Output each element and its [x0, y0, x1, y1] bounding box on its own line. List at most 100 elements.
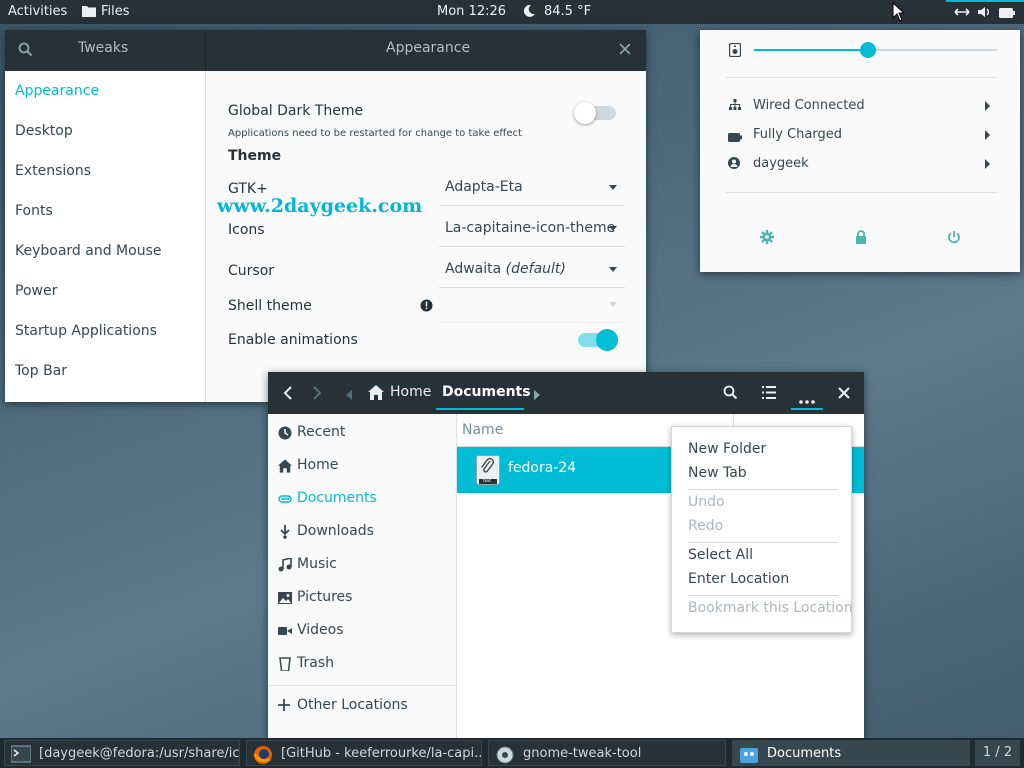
volume-icon[interactable] [977, 5, 991, 23]
user-icon [728, 157, 740, 173]
forward-icon[interactable] [313, 386, 322, 404]
task-label: [GitHub - keeferrourke/la-capi... [281, 746, 482, 761]
sidebar-item-desktop[interactable]: Desktop [15, 123, 73, 139]
more-options-icon [799, 392, 815, 408]
back-icon[interactable] [283, 386, 292, 404]
text-file-icon: text [476, 455, 500, 489]
cursor-theme-select[interactable]: Adwaita (default) [439, 254, 625, 288]
sidebar-item-top-bar[interactable]: Top Bar [15, 363, 67, 379]
icons-theme-label: Icons [228, 222, 265, 238]
divider [268, 685, 456, 686]
volume-slider-handle[interactable] [860, 42, 877, 58]
search-icon[interactable] [723, 385, 738, 404]
tweak-tool-icon [495, 745, 515, 764]
place-other-locations[interactable]: Other Locations [268, 695, 456, 717]
menu-item-new-tab[interactable]: New Tab [688, 465, 747, 481]
menu-item-select-all[interactable]: Select All [688, 547, 753, 563]
list-view-icon[interactable] [762, 386, 776, 403]
place-home[interactable]: Home [268, 455, 456, 477]
divider [726, 192, 997, 193]
watermark-text: www.2daygeek.com [217, 195, 423, 217]
menu-item-bookmark-location: Bookmark this Location [688, 600, 853, 616]
battery-icon[interactable] [999, 7, 1015, 22]
app-menu-button[interactable]: Files [101, 4, 130, 19]
gtk-theme-select[interactable]: Adapta-Eta [439, 172, 625, 206]
task-label: [daygeek@fedora:/usr/share/ic... [39, 746, 240, 761]
enable-animations-label: Enable animations [228, 332, 358, 348]
place-label: Trash [297, 655, 334, 671]
path-left-arrow-icon[interactable] [346, 388, 352, 404]
clock[interactable]: Mon 12:26 [437, 4, 506, 19]
place-music[interactable]: Music [268, 554, 456, 576]
place-pictures[interactable]: Pictures [268, 587, 456, 609]
divider [688, 595, 838, 596]
menu-button[interactable] [791, 380, 823, 410]
terminal-icon [10, 745, 32, 763]
tray-item-label: Wired Connected [753, 98, 865, 113]
warning-icon [420, 299, 433, 316]
volume-slider-fill [754, 49, 869, 51]
menu-item-new-folder[interactable]: New Folder [688, 441, 766, 457]
volume-slider[interactable] [754, 42, 997, 58]
place-documents[interactable]: Documents [268, 488, 456, 510]
task-firefox[interactable]: [GitHub - keeferrourke/la-capi... [246, 740, 482, 766]
chevron-down-icon [609, 267, 617, 272]
shell-theme-label: Shell theme [228, 298, 312, 314]
menu-item-enter-location[interactable]: Enter Location [688, 571, 789, 587]
place-recent[interactable]: Recent [268, 422, 456, 444]
music-icon [278, 556, 292, 572]
top-bar: Activities Files Mon 12:26 84.5 °F [0, 0, 1024, 24]
network-wired-icon[interactable] [954, 6, 970, 22]
workspace-indicator[interactable]: 1 / 2 [975, 740, 1020, 766]
battery-item[interactable]: Fully Charged [700, 125, 1020, 147]
divider [726, 77, 997, 78]
menu-item-redo: Redo [688, 518, 724, 534]
file-icon-label: text [483, 478, 491, 483]
search-icon[interactable] [18, 42, 33, 61]
sidebar-item-power[interactable]: Power [15, 283, 57, 299]
system-status-menu: Wired Connected Fully Charged daygeek [700, 30, 1020, 272]
sidebar-item-keyboard-mouse[interactable]: Keyboard and Mouse [15, 243, 161, 259]
recent-icon [278, 426, 292, 440]
power-icon[interactable] [947, 230, 961, 248]
plus-icon [278, 699, 292, 713]
settings-gear-icon[interactable] [760, 230, 774, 248]
gtk-theme-value: Adapta-Eta [445, 179, 523, 195]
icons-theme-select[interactable]: La-capitaine-icon-theme [439, 213, 625, 247]
place-downloads[interactable]: Downloads [268, 521, 456, 543]
lock-icon[interactable] [855, 230, 867, 248]
chevron-right-icon [985, 130, 990, 140]
activities-button[interactable]: Activities [8, 4, 67, 19]
sidebar-item-appearance[interactable]: Appearance [15, 83, 99, 99]
shell-theme-select [439, 289, 625, 323]
user-item[interactable]: daygeek [700, 154, 1020, 176]
task-documents[interactable]: Documents [732, 740, 970, 766]
files-menu-popover: New Folder New Tab Undo Redo Select All … [671, 426, 853, 633]
place-videos[interactable]: Videos [268, 620, 456, 642]
task-gnome-tweak-tool[interactable]: gnome-tweak-tool [488, 740, 726, 766]
window-list-taskbar: [daygeek@fedora:/usr/share/ic... [GitHub… [0, 738, 1024, 768]
folder-icon [82, 5, 96, 21]
place-label: Other Locations [297, 697, 408, 713]
path-documents-button[interactable]: Documents [436, 380, 531, 410]
task-label: gnome-tweak-tool [523, 746, 642, 761]
mouse-cursor-icon [892, 1, 906, 26]
task-terminal[interactable]: [daygeek@fedora:/usr/share/ic... [4, 740, 240, 766]
firefox-icon [253, 745, 273, 764]
file-name: fedora-24 [508, 460, 577, 476]
wired-connected-item[interactable]: Wired Connected [700, 96, 1020, 118]
weather-temperature[interactable]: 84.5 °F [544, 4, 591, 19]
column-header-name[interactable]: Name [462, 422, 503, 438]
files-headerbar: Home Documents [268, 372, 864, 414]
sidebar-title: Tweaks [78, 40, 129, 56]
sidebar-item-fonts[interactable]: Fonts [15, 203, 53, 219]
task-label: Documents [767, 746, 842, 761]
cursor-theme-default-suffix: (default) [505, 261, 566, 277]
sidebar-item-startup-applications[interactable]: Startup Applications [15, 323, 157, 339]
place-trash[interactable]: Trash [268, 653, 456, 675]
close-icon[interactable] [838, 387, 850, 403]
tweaks-sidebar: Appearance Desktop Extensions Fonts Keyb… [5, 71, 206, 402]
sidebar-item-extensions[interactable]: Extensions [15, 163, 91, 179]
path-right-arrow-icon[interactable] [534, 388, 540, 404]
close-icon[interactable] [619, 43, 631, 59]
